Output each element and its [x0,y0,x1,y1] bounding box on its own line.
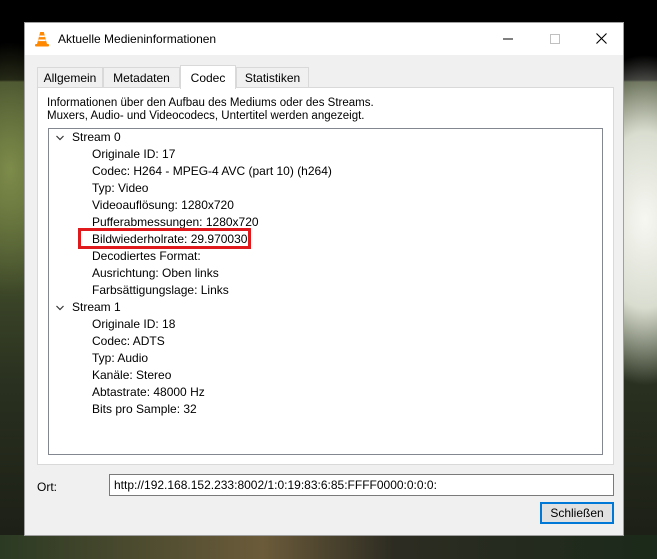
title-bar[interactable]: Aktuelle Medieninformationen [25,23,623,55]
tree-item[interactable]: Bits pro Sample: 32 [92,402,197,417]
tree-item[interactable]: Kanäle: Stereo [92,368,171,383]
close-button[interactable]: Schließen [540,502,614,524]
tab-statistiken[interactable]: Statistiken [236,67,309,87]
close-icon [595,33,607,44]
location-label: Ort: [37,480,57,494]
minimize-button[interactable] [485,23,531,54]
media-info-dialog: Aktuelle Medieninformationen Allgemein M… [24,22,624,536]
minimize-icon [503,38,513,39]
tree-item-frame-rate[interactable]: Bildwiederholrate: 29.970030 [92,232,247,247]
location-field[interactable] [109,474,614,496]
tab-metadaten[interactable]: Metadaten [103,67,180,87]
tab-allgemein[interactable]: Allgemein [37,67,103,87]
panel-description: Informationen über den Aufbau des Medium… [47,97,374,123]
tree-item[interactable]: Originale ID: 17 [92,147,175,162]
codec-panel: Informationen über den Aufbau des Medium… [37,87,614,465]
chevron-down-icon[interactable] [56,304,64,312]
tree-item[interactable]: Typ: Audio [92,351,148,366]
close-window-button[interactable] [578,23,624,54]
tree-item[interactable]: Abtastrate: 48000 Hz [92,385,205,400]
tab-codec[interactable]: Codec [180,65,236,89]
tree-item[interactable]: Pufferabmessungen: 1280x720 [92,215,259,230]
tree-item[interactable]: Originale ID: 18 [92,317,175,332]
description-line-2: Muxers, Audio- und Videocodecs, Untertit… [47,110,365,122]
tree-item[interactable]: Farbsättigungslage: Links [92,283,229,298]
tree-node-stream-0[interactable]: Stream 0 [72,130,121,145]
tree-item[interactable]: Typ: Video [92,181,148,196]
background-strip [0,535,657,559]
tree-item[interactable]: Codec: ADTS [92,334,165,349]
tree-item[interactable]: Decodiertes Format: [92,249,201,264]
maximize-icon [550,33,560,44]
tree-item[interactable]: Codec: H264 - MPEG-4 AVC (part 10) (h264… [92,164,332,179]
tree-node-stream-1[interactable]: Stream 1 [72,300,121,315]
maximize-button[interactable] [532,23,578,54]
tree-item[interactable]: Ausrichtung: Oben links [92,266,219,281]
chevron-down-icon[interactable] [56,134,64,142]
codec-tree[interactable]: Stream 0 Originale ID: 17 Codec: H264 - … [48,128,603,455]
tree-item[interactable]: Videoauflösung: 1280x720 [92,198,234,213]
window-title: Aktuelle Medieninformationen [58,32,217,46]
vlc-cone-icon [35,32,49,47]
description-line-1: Informationen über den Aufbau des Medium… [47,97,374,109]
